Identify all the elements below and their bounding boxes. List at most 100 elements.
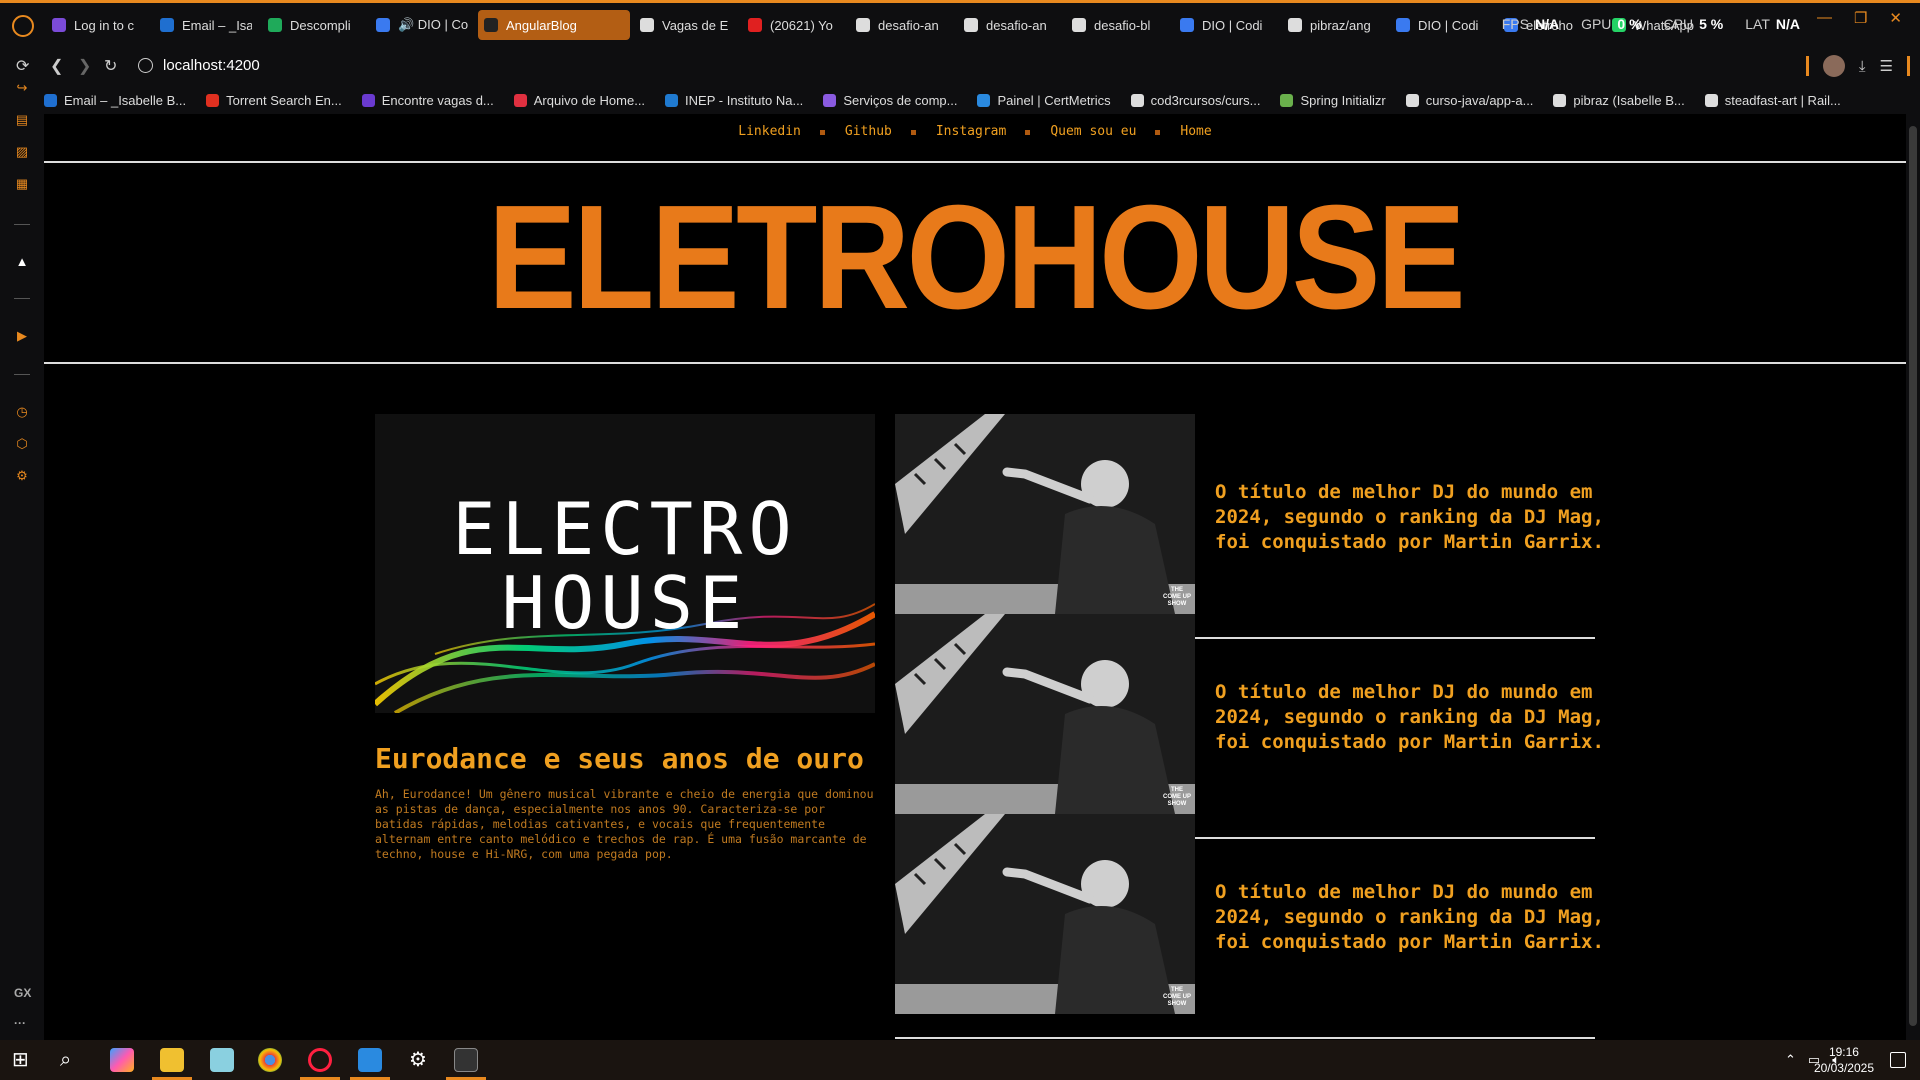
tab[interactable]: desafio-an <box>958 10 1062 40</box>
profile-avatar[interactable] <box>1822 55 1845 77</box>
bookmark-label: curso-java/app-a... <box>1425 92 1534 108</box>
opera-gx-icon[interactable] <box>308 1048 332 1072</box>
notes-app-icon[interactable] <box>210 1048 234 1072</box>
post-title[interactable]: Eurodance e seus anos de ouro <box>375 742 864 775</box>
tab-label: (20621) Yo <box>770 17 833 33</box>
tab-favicon-icon <box>376 18 390 32</box>
bookmark-item[interactable]: INEP - Instituto Na... <box>665 93 803 108</box>
bookmark-item[interactable]: steadfast-art | Rail... <box>1704 93 1841 108</box>
minimize-icon[interactable]: — <box>1817 9 1832 27</box>
tab[interactable]: AngularBlog <box>478 10 630 40</box>
bookmark-item[interactable]: Arquivo de Home... <box>513 92 646 108</box>
vscode-icon[interactable] <box>358 1048 382 1072</box>
aria-icon[interactable]: ▲ <box>14 254 30 270</box>
site-info-icon[interactable] <box>138 58 153 73</box>
dj-photo: THE COME UP SHOW <box>895 614 1195 814</box>
page-scrollbar[interactable] <box>1906 114 1920 1040</box>
tab[interactable]: (20621) Yo <box>742 10 846 40</box>
back-icon[interactable]: ❮ <box>50 56 63 76</box>
bookmark-item[interactable]: curso-java/app-a... <box>1405 92 1534 108</box>
tab[interactable]: pibraz/ang <box>1282 10 1386 40</box>
scrollbar-thumb[interactable] <box>1909 126 1917 1026</box>
dj-card[interactable]: THE COME UP SHOW O título de melhor DJ do… <box>895 814 1604 1039</box>
dj-card[interactable]: THE COME UP SHOW O título de melhor DJ do… <box>895 414 1604 639</box>
bookmark-item[interactable]: Torrent Search En... <box>206 93 342 108</box>
nav-link-quem-sou-eu[interactable]: Quem sou eu <box>1025 124 1158 139</box>
fps-readout: FPS N/A <box>1501 16 1560 32</box>
bookmark-item[interactable]: Serviços de comp... <box>823 93 957 108</box>
bookmark-label: Serviços de comp... <box>843 92 958 108</box>
site-nav-menu: Linkedin Github Instagram Quem sou eu Home <box>44 124 1906 139</box>
bookmark-favicon-icon <box>44 93 57 107</box>
nav-link-home[interactable]: Home <box>1155 124 1233 139</box>
opera-logo-icon[interactable] <box>12 15 34 37</box>
bookmark-favicon-icon <box>1553 93 1567 107</box>
tab[interactable]: Descompli <box>262 10 366 40</box>
tab[interactable]: Email – _Isa <box>154 10 258 40</box>
forward-icon[interactable]: ❯ <box>78 56 91 76</box>
menu-icon[interactable]: ☰ <box>1880 57 1893 75</box>
dj-photo-graphic <box>895 614 1195 814</box>
messenger-icon[interactable]: ▦ <box>14 176 30 192</box>
reload-sync-icon[interactable]: ⟳ <box>16 56 29 76</box>
clock-date: 20/03/2025 <box>1813 1061 1874 1075</box>
tab-strip: Log in to c Email – _Isa Descompli 🔊 DIO | … <box>46 10 1714 42</box>
workspace-icon[interactable]: ▤ <box>14 112 30 128</box>
search-icon[interactable]: ⌕ <box>60 1048 84 1072</box>
bookmark-favicon-icon <box>1280 93 1294 107</box>
taskbar-clock[interactable]: 19:16 20/03/2025 <box>1814 1044 1874 1076</box>
sidebar-more-icon[interactable]: ··· <box>14 1016 26 1030</box>
history-arrow-icon[interactable]: ↪ <box>14 80 30 96</box>
copilot-icon[interactable] <box>110 1048 134 1072</box>
player-icon[interactable]: ▶ <box>14 328 30 344</box>
bookmark-favicon-icon <box>361 93 375 107</box>
windows-start-icon[interactable]: ⊞ <box>12 1048 36 1072</box>
nav-link-github[interactable]: Github <box>819 124 914 139</box>
tab[interactable]: Vagas de E <box>634 10 738 40</box>
clock-icon[interactable]: ◷ <box>14 404 30 420</box>
browser-tab-bar: Log in to c Email – _Isa Descompli 🔊 DIO | … <box>0 0 1920 46</box>
bookmark-item[interactable]: cod3rcursos/curs... <box>1130 93 1260 108</box>
bookmarks-bar: Email – _Isabelle B... Torrent Search En.… <box>44 86 1920 114</box>
download-icon[interactable]: ⤓ <box>1859 58 1866 75</box>
dj-card-text: O título de melhor DJ do mundo em 2024, … <box>1215 881 1604 953</box>
chrome-icon[interactable] <box>258 1048 282 1072</box>
close-icon[interactable]: ✕ <box>1889 9 1902 27</box>
tab[interactable]: 🔊 DIO | Co <box>370 10 474 40</box>
tab[interactable]: DIO | Codi <box>1174 10 1278 40</box>
settings-icon[interactable]: ⚙ <box>406 1048 430 1072</box>
page-viewport: Linkedin Github Instagram Quem sou eu Home E… <box>44 114 1906 1040</box>
tab[interactable]: DIO | Codi <box>1390 10 1494 40</box>
clock-time: 19:16 <box>1828 1045 1859 1059</box>
tab[interactable]: Log in to c <box>46 10 150 40</box>
dj-card-text: O título de melhor DJ do mundo em 2024, … <box>1215 681 1604 753</box>
tab-favicon-icon <box>160 18 174 32</box>
terminal-icon[interactable] <box>454 1048 478 1072</box>
nav-link-linkedin[interactable]: Linkedin <box>716 124 823 139</box>
file-explorer-icon[interactable] <box>160 1048 184 1072</box>
tab-favicon-icon <box>52 18 66 32</box>
notifications-icon[interactable] <box>1890 1052 1906 1068</box>
bookmark-item[interactable]: Email – _Isabelle B... <box>44 93 186 108</box>
dj-photo-watermark: THE COME UP SHOW <box>1163 987 1192 1007</box>
extensions-cube-icon[interactable]: ⬡ <box>14 436 30 452</box>
flow-icon[interactable]: ▨ <box>14 144 30 160</box>
address-bar-row: ⟳ ❮ ❯ ↻ localhost:4200 ⤓ ☰ <box>0 46 1920 86</box>
bookmark-label: Arquivo de Home... <box>533 92 646 108</box>
tab[interactable]: desafio-bl <box>1066 10 1170 40</box>
nav-link-instagram[interactable]: Instagram <box>910 124 1028 139</box>
tray-chevron-icon[interactable]: ⌃ <box>1785 1052 1796 1068</box>
tab-favicon-icon <box>268 18 282 32</box>
reload-icon[interactable]: ↻ <box>104 56 117 76</box>
settings-gear-icon[interactable]: ⚙ <box>14 468 30 484</box>
tab[interactable]: desafio-an <box>850 10 954 40</box>
bookmark-item[interactable]: Spring Initializr <box>1280 93 1386 108</box>
bookmark-item[interactable]: Encontre vagas d... <box>361 93 494 108</box>
bookmark-item[interactable]: pibraz (Isabelle B... <box>1553 93 1685 108</box>
bookmark-item[interactable]: Painel | CertMetrics <box>977 93 1111 108</box>
url-field[interactable]: localhost:4200 <box>163 57 260 74</box>
logo-divider <box>44 362 1906 364</box>
maximize-icon[interactable]: ❐ <box>1854 9 1867 27</box>
gx-corner-icon[interactable]: GX <box>14 986 31 1000</box>
dj-card[interactable]: THE COME UP SHOW O título de melhor DJ do… <box>895 614 1604 839</box>
